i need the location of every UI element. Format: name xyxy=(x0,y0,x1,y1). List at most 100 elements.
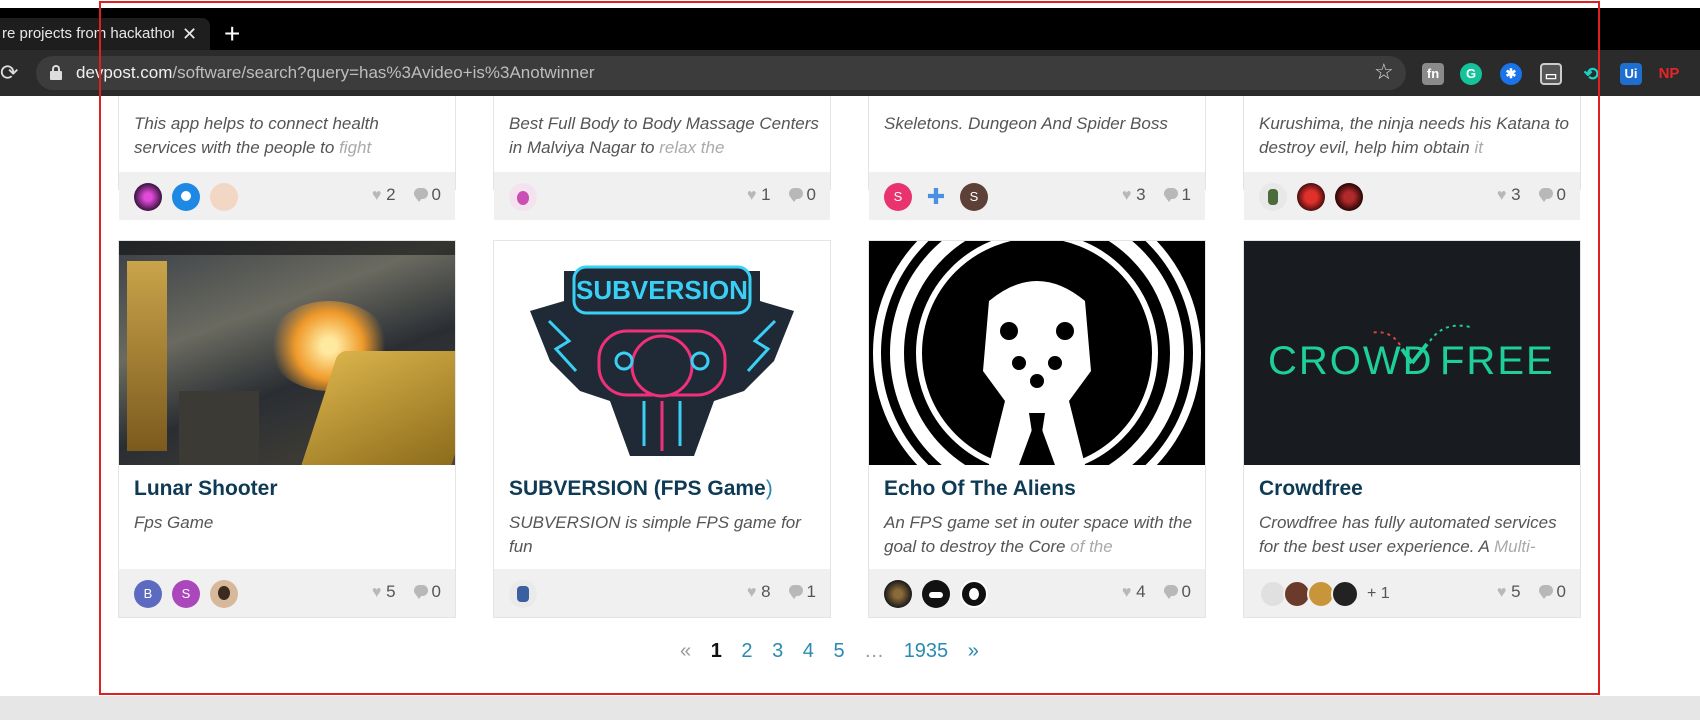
url-path: /software/search?query=has%3Avideo+is%3A… xyxy=(172,63,595,82)
blue-extension-icon[interactable]: ✱ xyxy=(1500,63,1522,85)
card-footer: ♥ 2 0 xyxy=(119,172,455,220)
url-text[interactable]: devpost.com/software/search?query=has%3A… xyxy=(76,63,595,83)
close-tab-icon[interactable]: ✕ xyxy=(182,18,197,50)
member-avatar[interactable] xyxy=(1297,183,1325,211)
omnibox[interactable]: devpost.com/software/search?query=has%3A… xyxy=(36,56,1406,90)
comment-icon[interactable] xyxy=(1538,188,1553,202)
card-stats: ♥ 3 0 xyxy=(1497,185,1566,205)
screen-extension-icon[interactable]: ▭ xyxy=(1540,63,1562,85)
member-avatar[interactable]: S xyxy=(884,183,912,211)
comment-count: 0 xyxy=(806,185,816,204)
comment-icon[interactable] xyxy=(1163,188,1178,202)
member-avatar[interactable] xyxy=(1331,580,1359,608)
like-count: 4 xyxy=(1136,582,1146,601)
like-icon[interactable]: ♥ xyxy=(1497,187,1507,204)
comment-icon[interactable] xyxy=(788,188,803,202)
pagination-ellipsis: … xyxy=(864,640,885,662)
card-footer: ♥ 1 0 xyxy=(494,172,830,220)
comment-icon[interactable] xyxy=(1163,585,1178,599)
project-thumbnail[interactable]: CROWD FREE xyxy=(1244,241,1580,465)
member-avatar[interactable] xyxy=(172,183,200,211)
project-title[interactable]: Lunar Shooter xyxy=(134,477,278,501)
member-avatar[interactable] xyxy=(1259,183,1287,211)
card-footer: + 1 ♥ 5 0 xyxy=(1244,569,1580,617)
project-card[interactable]: Echo Of The Aliens An FPS game set in ou… xyxy=(868,240,1206,618)
like-count: 2 xyxy=(386,185,396,204)
member-avatar[interactable] xyxy=(509,580,537,608)
page-link-last[interactable]: 1935 xyxy=(904,640,949,662)
ui-extension-icon[interactable]: Ui xyxy=(1620,63,1642,85)
comment-count: 0 xyxy=(1556,185,1566,204)
crowdfree-logo: CROWD FREE xyxy=(1268,324,1555,383)
project-card[interactable]: CROWD FREE Crowdfree Crowdfree has fully… xyxy=(1243,240,1581,618)
reload-icon[interactable]: ⟳ xyxy=(0,60,18,86)
card-stats: ♥ 3 1 xyxy=(1122,185,1191,205)
alien-logo-icon xyxy=(873,241,1201,465)
url-domain: devpost.com xyxy=(76,63,173,82)
fn-extension-icon[interactable]: fn xyxy=(1422,63,1444,85)
project-thumbnail[interactable]: SUBVERSION xyxy=(494,241,830,465)
like-icon[interactable]: ♥ xyxy=(372,584,382,601)
member-avatar[interactable]: S xyxy=(172,580,200,608)
new-tab-button[interactable]: + xyxy=(224,18,240,50)
like-icon[interactable]: ♥ xyxy=(747,187,757,204)
sync-extension-icon[interactable]: ⟲ xyxy=(1580,63,1602,85)
comment-icon[interactable] xyxy=(1538,585,1553,599)
subversion-logo-icon: SUBVERSION xyxy=(530,265,794,456)
member-avatar[interactable] xyxy=(210,580,238,608)
member-avatar[interactable] xyxy=(922,580,950,608)
address-bar-row: ⟳ devpost.com/software/search?query=has%… xyxy=(0,50,1700,96)
page-link[interactable]: 4 xyxy=(803,640,814,662)
card-tagline: This app helps to connect health service… xyxy=(134,114,379,157)
comment-count: 0 xyxy=(431,582,441,601)
like-icon[interactable]: ♥ xyxy=(1122,187,1132,204)
active-tab[interactable]: re projects from hackathon ✕ xyxy=(0,18,210,50)
like-icon[interactable]: ♥ xyxy=(747,584,757,601)
extra-members-count[interactable]: + 1 xyxy=(1367,580,1390,608)
member-avatar[interactable] xyxy=(960,580,988,608)
member-avatar[interactable] xyxy=(509,183,537,211)
card-footer: ♥ 3 0 xyxy=(1244,172,1580,220)
page-link[interactable]: 3 xyxy=(772,640,783,662)
page-link[interactable]: 2 xyxy=(741,640,752,662)
project-title[interactable]: Crowdfree xyxy=(1259,477,1363,501)
lock-icon[interactable] xyxy=(50,65,62,80)
project-thumbnail[interactable] xyxy=(869,241,1205,465)
project-title[interactable]: SUBVERSION (FPS Game) xyxy=(509,477,773,501)
like-icon[interactable]: ♥ xyxy=(372,187,382,204)
prev-page-link[interactable]: « xyxy=(680,640,691,662)
member-avatar[interactable] xyxy=(884,580,912,608)
card-stats: ♥ 8 1 xyxy=(747,582,816,602)
like-icon[interactable]: ♥ xyxy=(1122,584,1132,601)
comment-icon[interactable] xyxy=(788,585,803,599)
card-tagline: Fps Game xyxy=(134,513,214,532)
np-extension-icon[interactable]: NP xyxy=(1658,63,1680,85)
tab-title: re projects from hackathon xyxy=(2,25,174,42)
puzzle-avatar-icon[interactable]: ✚ xyxy=(922,183,950,211)
member-avatar[interactable]: B xyxy=(134,580,162,608)
card-tagline: SUBVERSION is simple FPS game for fun xyxy=(509,513,801,556)
project-card[interactable]: Lunar Shooter Fps Game B S ♥ 5 0 xyxy=(118,240,456,618)
card-tagline: An FPS game set in outer space with the … xyxy=(884,513,1193,556)
comment-icon[interactable] xyxy=(413,188,428,202)
next-page-link[interactable]: » xyxy=(968,640,979,662)
card-stats: ♥ 1 0 xyxy=(747,185,816,205)
comment-icon[interactable] xyxy=(413,585,428,599)
comment-count: 1 xyxy=(806,582,816,601)
like-count: 5 xyxy=(386,582,396,601)
project-title[interactable]: Echo Of The Aliens xyxy=(884,477,1076,501)
member-avatar[interactable] xyxy=(210,183,238,211)
like-count: 3 xyxy=(1511,185,1521,204)
like-icon[interactable]: ♥ xyxy=(1497,584,1507,601)
page-link-current[interactable]: 1 xyxy=(711,640,722,662)
page-link[interactable]: 5 xyxy=(833,640,844,662)
grammarly-icon[interactable]: G xyxy=(1460,63,1482,85)
project-thumbnail[interactable] xyxy=(119,241,455,465)
project-card[interactable]: SUBVERSION SUBVERSION (FPS Game) SUBVERS… xyxy=(493,240,831,618)
pagination: « 1 2 3 4 5 … 1935 » xyxy=(680,640,993,663)
member-avatar[interactable]: S xyxy=(960,183,988,211)
logo-text-right: FREE xyxy=(1440,339,1555,383)
member-avatar[interactable] xyxy=(134,183,162,211)
member-avatar[interactable] xyxy=(1335,183,1363,211)
bookmark-star-icon[interactable]: ☆ xyxy=(1374,59,1394,85)
